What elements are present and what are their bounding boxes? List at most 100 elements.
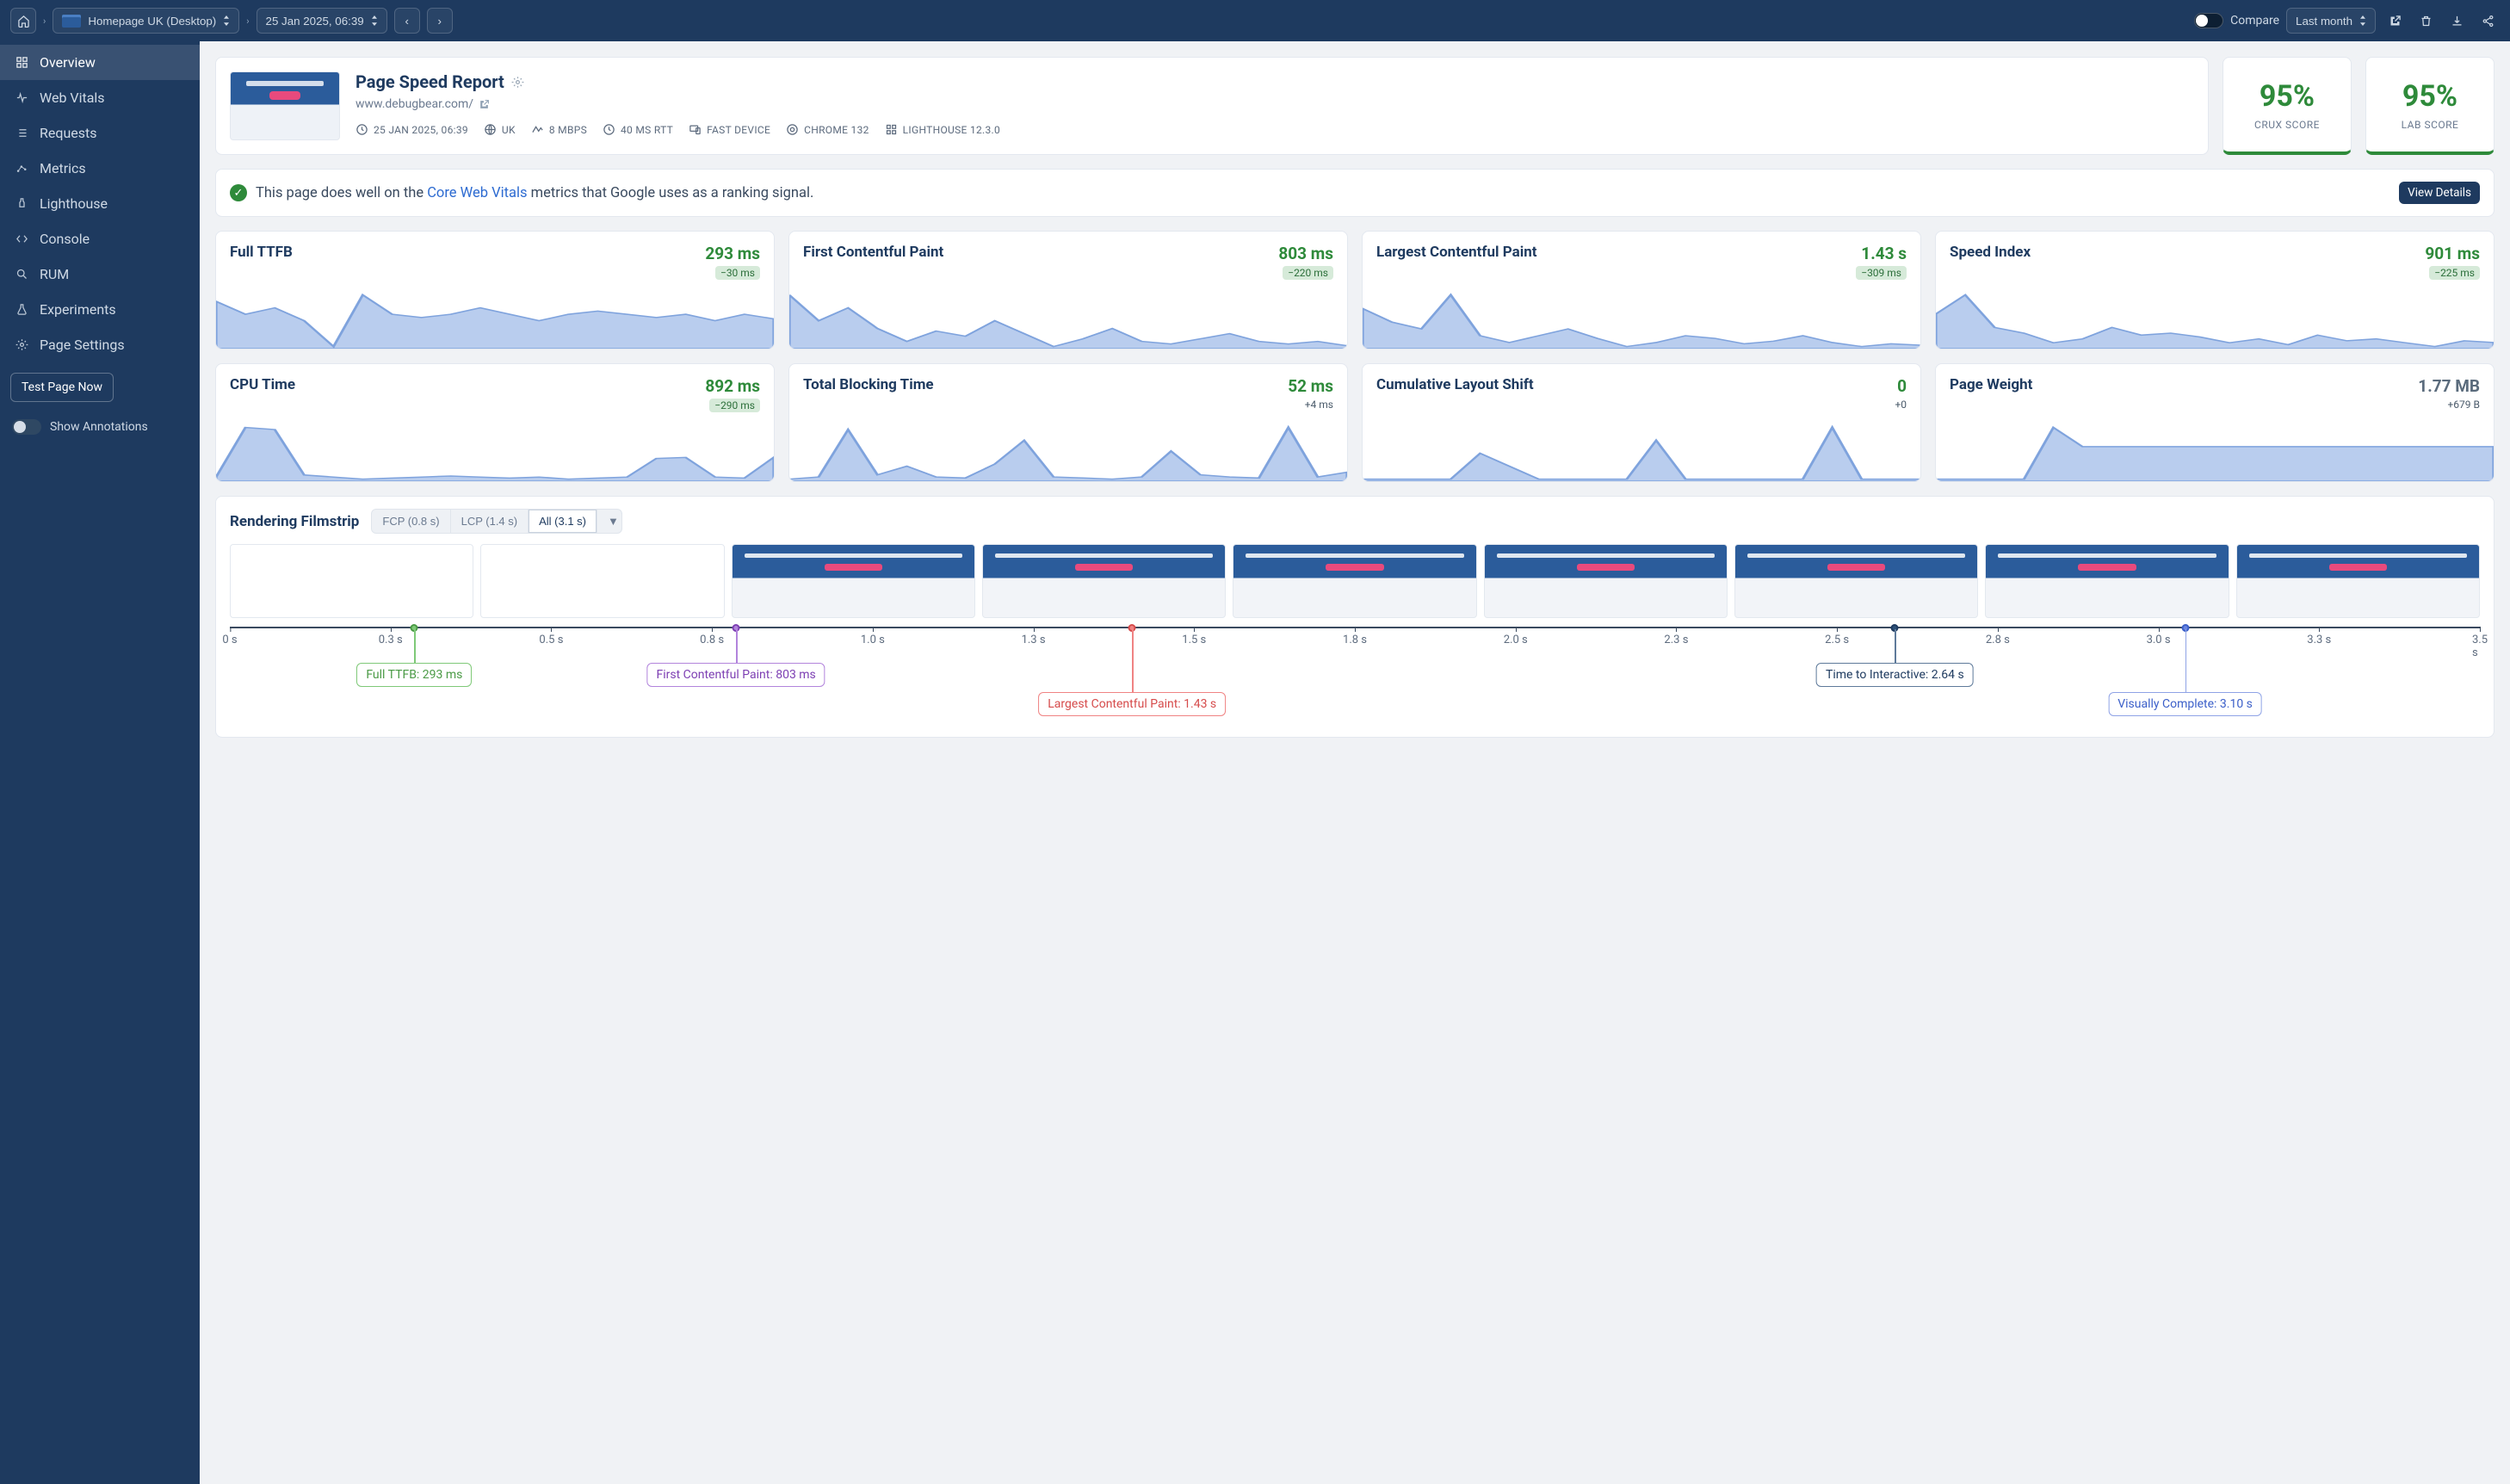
range-selector-label: Last month: [2296, 15, 2352, 28]
filmstrip-frame[interactable]: [1233, 544, 1476, 618]
sidebar-item-requests[interactable]: Requests: [0, 115, 200, 151]
axis-tick: 2.0 s: [1504, 634, 1528, 646]
sidebar-item-metrics[interactable]: Metrics: [0, 151, 200, 186]
chrome-icon: [786, 123, 799, 136]
dots-icon: [14, 162, 29, 175]
breadcrumb-chevron: ›: [43, 15, 46, 27]
axis-tick: 2.5 s: [1825, 634, 1849, 646]
open-external-button[interactable]: [2383, 15, 2407, 28]
filmstrip-frame[interactable]: [2236, 544, 2480, 618]
home-button[interactable]: [10, 8, 36, 34]
sidebar-item-rum[interactable]: RUM: [0, 257, 200, 292]
cwv-text: This page does well on the Core Web Vita…: [256, 185, 813, 201]
sidebar-item-label: Experiments: [40, 301, 116, 318]
delete-button[interactable]: [2414, 15, 2438, 28]
filmstrip-frame[interactable]: [1985, 544, 2229, 618]
sidebar-item-label: Web Vitals: [40, 90, 105, 106]
gear-icon[interactable]: [511, 76, 524, 89]
sidebar-item-lighthouse[interactable]: Lighthouse: [0, 186, 200, 221]
page-selector[interactable]: Homepage UK (Desktop): [53, 8, 239, 34]
view-details-button[interactable]: View Details: [2399, 182, 2480, 204]
filmstrip-frame[interactable]: [230, 544, 473, 618]
metric-card-full-ttfb[interactable]: Full TTFB 293 ms −30 ms: [215, 231, 775, 349]
metric-value: 1.77 MB: [2418, 376, 2480, 396]
compare-toggle[interactable]: [2194, 13, 2223, 28]
compare-label: Compare: [2230, 14, 2279, 28]
sidebar-item-page-settings[interactable]: Page Settings: [0, 327, 200, 362]
page-screenshot-thumb[interactable]: [230, 71, 340, 140]
meta-bandwidth: 8 MBPS: [549, 124, 587, 136]
sidebar-item-console[interactable]: Console: [0, 221, 200, 257]
axis-tick: 1.8 s: [1343, 634, 1367, 646]
annotations-toggle[interactable]: [12, 419, 41, 435]
filmstrip-tab-lcp[interactable]: LCP (1.4 s): [451, 510, 529, 533]
metric-card-total-blocking-time[interactable]: Total Blocking Time 52 ms +4 ms: [788, 363, 1348, 482]
filmstrip-tab-dropdown[interactable]: ▼: [597, 510, 621, 533]
metric-card-page-weight[interactable]: Page Weight 1.77 MB +679 B: [1935, 363, 2495, 482]
share-button[interactable]: [2476, 15, 2500, 28]
check-icon: ✓: [230, 184, 247, 201]
search-icon: [14, 268, 29, 281]
crux-score-value: 95%: [2223, 79, 2351, 114]
meta-country: UK: [502, 124, 516, 136]
filmstrip-frame[interactable]: [732, 544, 975, 618]
annotations-label: Show Annotations: [50, 420, 148, 434]
metric-card-cumulative-layout-shift[interactable]: Cumulative Layout Shift 0 +0: [1362, 363, 1921, 482]
report-title: Page Speed Report: [355, 71, 504, 92]
crux-score-label: CRUX SCORE: [2223, 119, 2351, 131]
date-selector[interactable]: 25 Jan 2025, 06:39: [257, 8, 387, 34]
metric-sparkline: [1363, 290, 1920, 349]
sidebar-item-experiments[interactable]: Experiments: [0, 292, 200, 327]
metric-card-cpu-time[interactable]: CPU Time 892 ms −290 ms: [215, 363, 775, 482]
metric-sparkline: [1936, 290, 2494, 349]
metric-card-speed-index[interactable]: Speed Index 901 ms −225 ms: [1935, 231, 2495, 349]
grid-icon: [14, 56, 29, 69]
filmstrip-frame[interactable]: [982, 544, 1226, 618]
metric-name: Full TTFB: [230, 244, 293, 261]
next-test-button[interactable]: ›: [427, 8, 453, 34]
test-page-button[interactable]: Test Page Now: [10, 373, 114, 402]
download-button[interactable]: [2445, 15, 2469, 28]
device-icon: [689, 123, 702, 136]
meta-browser: CHROME 132: [804, 124, 869, 136]
sidebar-item-overview[interactable]: Overview: [0, 45, 200, 80]
metric-delta: +679 B: [2418, 399, 2480, 411]
metric-card-first-contentful-paint[interactable]: First Contentful Paint 803 ms −220 ms: [788, 231, 1348, 349]
metric-sparkline: [216, 423, 774, 481]
filmstrip-frame[interactable]: [1484, 544, 1728, 618]
metric-card-largest-contentful-paint[interactable]: Largest Contentful Paint 1.43 s −309 ms: [1362, 231, 1921, 349]
lighthouse-icon: [885, 123, 898, 136]
metric-delta: −309 ms: [1856, 266, 1907, 280]
filmstrip-frame[interactable]: [480, 544, 724, 618]
sidebar: Overview Web Vitals Requests Metrics Lig…: [0, 41, 200, 1484]
cwv-link[interactable]: Core Web Vitals: [427, 185, 527, 201]
light-icon: [14, 197, 29, 210]
filmstrip-frame[interactable]: [1734, 544, 1978, 618]
prev-test-button[interactable]: ‹: [394, 8, 420, 34]
page-thumb-icon: [62, 15, 81, 28]
metric-sparkline: [789, 423, 1347, 481]
axis-tick: 0.3 s: [379, 634, 403, 646]
chevron-right-icon: ›: [437, 15, 441, 28]
metric-name: CPU Time: [230, 376, 295, 393]
sidebar-item-web-vitals[interactable]: Web Vitals: [0, 80, 200, 115]
filmstrip-tab-all[interactable]: All (3.1 s): [529, 510, 597, 533]
flask-icon: [14, 303, 29, 316]
chevron-updown-icon: [371, 15, 378, 26]
meta-date: 25 JAN 2025, 06:39: [374, 124, 468, 136]
chevron-updown-icon: [2359, 15, 2366, 26]
external-link-icon[interactable]: [479, 99, 490, 110]
sidebar-item-label: Page Settings: [40, 337, 125, 353]
filmstrip-title: Rendering Filmstrip: [230, 513, 359, 530]
report-url[interactable]: www.debugbear.com/: [355, 97, 473, 111]
axis-tick: 3.0 s: [2147, 634, 2171, 646]
metric-sparkline: [1363, 423, 1920, 481]
filmstrip-tab-fcp[interactable]: FCP (0.8 s): [372, 510, 450, 533]
lab-score-card[interactable]: 95% LAB SCORE: [2365, 57, 2495, 155]
show-annotations-row: Show Annotations: [10, 419, 189, 435]
range-selector[interactable]: Last month: [2286, 8, 2376, 34]
timeline-annotation: Full TTFB: 293 ms: [356, 663, 472, 687]
pulse-icon: [14, 91, 29, 104]
crux-score-card[interactable]: 95% CRUX SCORE: [2223, 57, 2352, 155]
meta-lighthouse: LIGHTHOUSE 12.3.0: [903, 124, 1000, 136]
